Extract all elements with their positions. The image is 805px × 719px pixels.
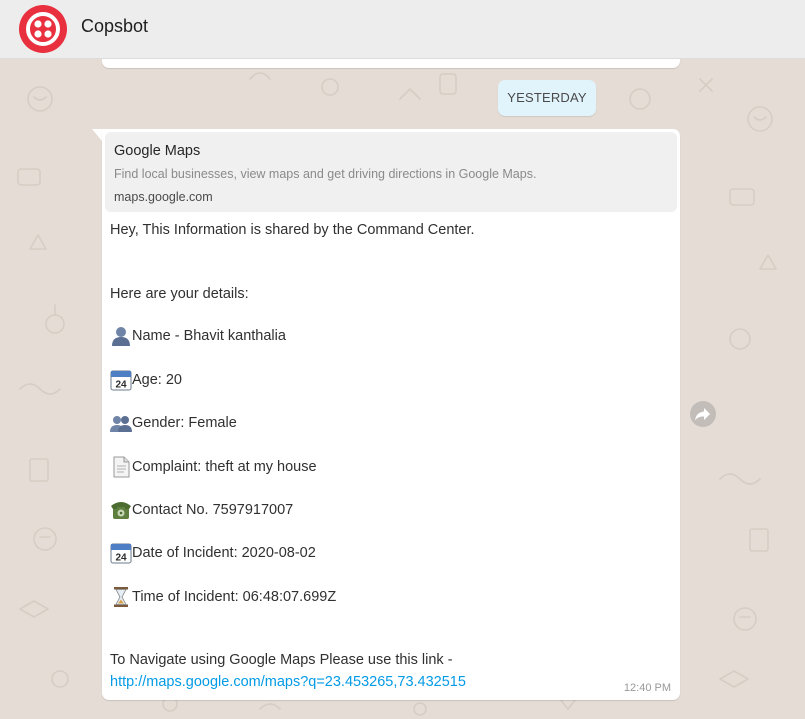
previous-message-bubble <box>102 59 680 68</box>
chat-header: Copsbot <box>0 0 805 59</box>
name-text: Name - Bhavit kanthalia <box>132 328 286 344</box>
contact-text: Contact No. 7597917007 <box>132 502 294 518</box>
date-divider: YESTERDAY <box>498 80 596 116</box>
age-line: 24 Age: 20 <box>110 369 182 391</box>
hourglass-icon <box>110 586 132 608</box>
time-text: Time of Incident: 06:48:07.699Z <box>132 589 337 605</box>
twilio-logo-icon[interactable] <box>19 5 67 53</box>
complaint-text: Complaint: theft at my house <box>132 459 317 475</box>
link-preview-domain: maps.google.com <box>114 190 213 204</box>
intro-text: Here are your details: <box>110 286 249 302</box>
complaint-line: Complaint: theft at my house <box>110 456 317 478</box>
message-bubble[interactable]: Google Maps Find local businesses, view … <box>102 129 680 700</box>
time-line: Time of Incident: 06:48:07.699Z <box>110 586 336 608</box>
busts-in-silhouette-icon <box>110 412 132 434</box>
calendar-icon: 24 <box>110 542 132 564</box>
svg-text:24: 24 <box>115 553 127 564</box>
chat-title[interactable]: Copsbot <box>81 16 148 37</box>
forward-icon[interactable] <box>690 401 716 427</box>
page-icon <box>110 456 132 478</box>
navigate-text: To Navigate using Google Maps Please use… <box>110 652 453 668</box>
link-preview-description: Find local businesses, view maps and get… <box>114 167 537 181</box>
greeting-text: Hey, This Information is shared by the C… <box>110 222 475 238</box>
contact-line: Contact No. 7597917007 <box>110 499 293 521</box>
telephone-icon <box>110 499 132 521</box>
name-line: Name - Bhavit kanthalia <box>110 325 286 347</box>
age-text: Age: 20 <box>132 372 182 388</box>
gender-line: Gender: Female <box>110 412 237 434</box>
message-timestamp: 12:40 PM <box>623 682 671 694</box>
date-line: 24 Date of Incident: 2020-08-02 <box>110 542 316 564</box>
date-text: Date of Incident: 2020-08-02 <box>132 545 316 561</box>
svg-text:24: 24 <box>115 380 127 391</box>
bust-in-silhouette-icon <box>110 325 132 347</box>
link-preview[interactable]: Google Maps Find local businesses, view … <box>105 132 677 212</box>
bubble-tail <box>92 129 102 141</box>
link-preview-title: Google Maps <box>114 143 201 159</box>
calendar-icon: 24 <box>110 369 132 391</box>
google-maps-link[interactable]: http://maps.google.com/maps?q=23.453265,… <box>110 671 466 693</box>
gender-text: Gender: Female <box>132 415 237 431</box>
chat-area: YESTERDAY Google Maps Find local busines… <box>0 59 805 719</box>
